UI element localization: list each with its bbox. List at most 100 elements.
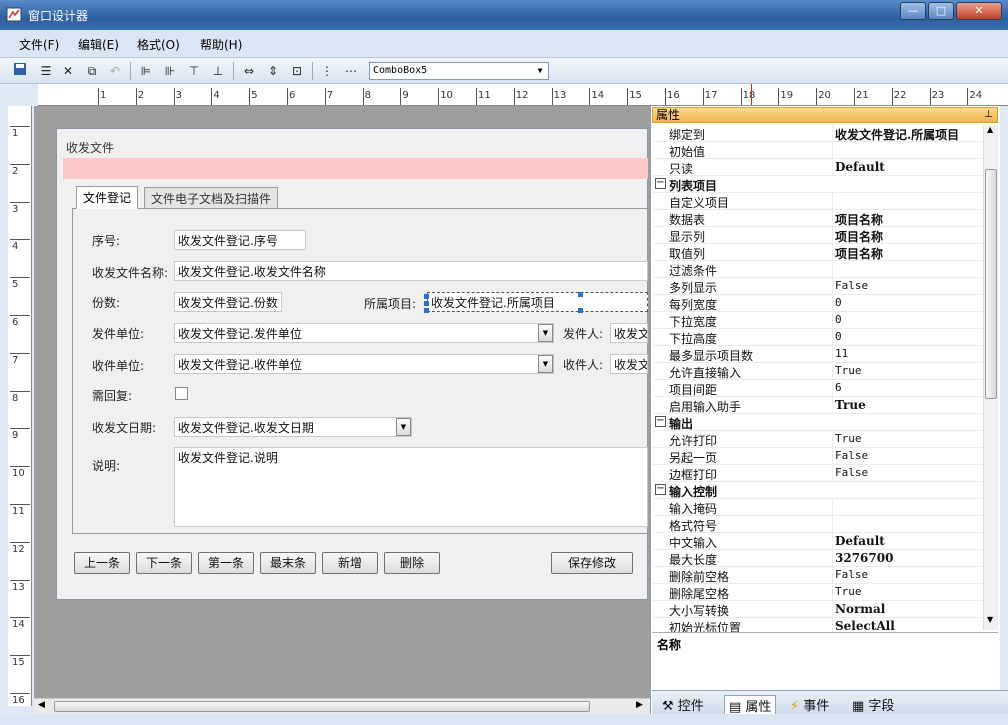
date-field[interactable]: 收发文件登记.收发文日期 <box>174 417 412 437</box>
properties-icon[interactable]: ☰ <box>37 62 55 80</box>
property-value[interactable]: Default <box>835 160 885 174</box>
selection-handle[interactable] <box>578 308 583 313</box>
scroll-up-icon[interactable]: ▲ <box>987 125 993 134</box>
property-value[interactable]: False <box>835 466 868 479</box>
horizontal-scrollbar[interactable]: ◀ ▶ <box>34 698 650 714</box>
property-row[interactable]: 删除前空格 False <box>653 567 983 584</box>
reply-checkbox[interactable] <box>175 387 188 400</box>
align-left-icon[interactable]: ⊫ <box>137 62 155 80</box>
sender-field[interactable]: 收发文 <box>610 323 648 343</box>
chevron-down-icon[interactable]: ▼ <box>538 355 553 373</box>
property-value[interactable]: 3276700 <box>835 551 893 565</box>
property-category[interactable]: − 输出 <box>653 414 983 431</box>
recv-unit-field[interactable]: 收发文件登记.收件单位 <box>174 354 554 374</box>
property-value[interactable]: 6 <box>835 381 842 394</box>
property-category[interactable]: − 输入控制 <box>653 482 983 499</box>
tab-events[interactable]: ⚡ 事件 <box>790 695 829 714</box>
menu-help[interactable]: 帮助(H) <box>200 36 242 53</box>
property-row[interactable]: 每列宽度 0 <box>653 295 983 312</box>
property-row[interactable]: 下拉高度 0 <box>653 329 983 346</box>
same-width-icon[interactable]: ⇔ <box>240 62 258 80</box>
property-row[interactable]: 初始值 <box>653 142 983 159</box>
selection-handle[interactable] <box>424 308 429 313</box>
property-row[interactable]: 允许直接输入 True <box>653 363 983 380</box>
property-value[interactable]: False <box>835 449 868 462</box>
property-row[interactable]: 绑定到 收发文件登记.所属项目 <box>653 125 983 142</box>
save-changes-button[interactable]: 保存修改 <box>551 552 633 574</box>
selection-handle[interactable] <box>424 294 429 299</box>
project-field[interactable]: 收发文件登记.所属项目 <box>427 292 648 312</box>
vertical-scrollbar[interactable]: ▲ ▼ <box>983 125 998 630</box>
recv-field[interactable]: 收发文 <box>610 354 648 374</box>
property-value[interactable]: 0 <box>835 296 842 309</box>
scrollbar-thumb[interactable] <box>985 169 997 399</box>
vertical-spacing-icon[interactable]: ⋮ <box>318 62 336 80</box>
property-row[interactable]: 另起一页 False <box>653 448 983 465</box>
property-row[interactable]: 中文输入 Default <box>653 533 983 550</box>
property-row[interactable]: 允许打印 True <box>653 431 983 448</box>
align-top-icon[interactable]: ⊤ <box>185 62 203 80</box>
property-row[interactable]: 删除尾空格 True <box>653 584 983 601</box>
first-button[interactable]: 第一条 <box>198 552 254 574</box>
tab-properties[interactable]: ▤ 属性 <box>724 695 777 716</box>
tab-controls[interactable]: ⚒ 控件 <box>662 695 704 714</box>
maximize-button[interactable]: □ <box>928 2 954 20</box>
tab-fields[interactable]: ▦ 字段 <box>852 695 894 714</box>
property-value[interactable]: Default <box>835 534 885 548</box>
property-category[interactable]: − 列表项目 <box>653 176 983 193</box>
property-row[interactable]: 格式符号 <box>653 516 983 533</box>
property-row[interactable]: 边框打印 False <box>653 465 983 482</box>
property-row[interactable]: 显示列 项目名称 <box>653 227 983 244</box>
property-row[interactable]: 启用输入助手 True <box>653 397 983 414</box>
chevron-down-icon[interactable]: ▼ <box>396 418 411 436</box>
property-value[interactable]: True <box>835 364 862 377</box>
selection-handle[interactable] <box>424 301 429 306</box>
property-row[interactable]: 最大长度 3276700 <box>653 550 983 567</box>
property-value[interactable]: True <box>835 432 862 445</box>
next-button[interactable]: 下一条 <box>136 552 192 574</box>
property-value[interactable]: True <box>835 585 862 598</box>
chevron-down-icon[interactable]: ▼ <box>538 324 553 342</box>
property-value[interactable]: 11 <box>835 347 848 360</box>
scroll-down-icon[interactable]: ▼ <box>987 615 993 624</box>
close-button[interactable]: ✕ <box>956 2 1002 20</box>
property-row[interactable]: 项目间距 6 <box>653 380 983 397</box>
property-row[interactable]: 下拉宽度 0 <box>653 312 983 329</box>
property-row[interactable]: 最多显示项目数 11 <box>653 346 983 363</box>
save-icon[interactable] <box>11 62 29 80</box>
scrollbar-thumb[interactable] <box>54 701 590 712</box>
collapse-icon[interactable]: − <box>655 416 666 427</box>
property-value[interactable]: 项目名称 <box>835 228 883 245</box>
property-value[interactable]: 项目名称 <box>835 211 883 228</box>
property-value[interactable]: 0 <box>835 313 842 326</box>
tab-file-documents[interactable]: 文件电子文档及扫描件 <box>144 187 279 209</box>
property-row[interactable]: 取值列 项目名称 <box>653 244 983 261</box>
property-value[interactable]: SelectAll <box>835 619 895 633</box>
copy-icon[interactable]: ⧉ <box>83 62 101 80</box>
same-size-icon[interactable]: ⊡ <box>288 62 306 80</box>
property-value[interactable]: Normal <box>835 602 885 616</box>
property-row[interactable]: 数据表 项目名称 <box>653 210 983 227</box>
sender-unit-field[interactable]: 收发文件登记.发件单位 <box>174 323 554 343</box>
delete-button[interactable]: 删除 <box>384 552 440 574</box>
horizontal-spacing-icon[interactable]: ⋯ <box>342 62 360 80</box>
property-value[interactable]: 项目名称 <box>835 245 883 262</box>
property-row[interactable]: 多列显示 False <box>653 278 983 295</box>
prev-button[interactable]: 上一条 <box>74 552 130 574</box>
undo-icon[interactable]: ↶ <box>106 62 124 80</box>
property-row[interactable]: 过滤条件 <box>653 261 983 278</box>
collapse-icon[interactable]: − <box>655 178 666 189</box>
property-value[interactable]: 0 <box>835 330 842 343</box>
property-value[interactable]: False <box>835 568 868 581</box>
control-selector-combo[interactable]: ComboBox5 ▼ <box>369 62 549 80</box>
property-row[interactable]: 输入掩码 <box>653 499 983 516</box>
align-bottom-icon[interactable]: ⊥ <box>209 62 227 80</box>
same-height-icon[interactable]: ⇕ <box>264 62 282 80</box>
scroll-left-icon[interactable]: ◀ <box>38 700 45 710</box>
pin-icon[interactable]: ⊥ <box>984 108 993 122</box>
menu-format[interactable]: 格式(O) <box>137 36 180 53</box>
property-value[interactable]: True <box>835 398 866 412</box>
property-row[interactable]: 大小写转换 Normal <box>653 601 983 618</box>
minimize-button[interactable]: — <box>900 2 926 20</box>
last-button[interactable]: 最末条 <box>260 552 316 574</box>
